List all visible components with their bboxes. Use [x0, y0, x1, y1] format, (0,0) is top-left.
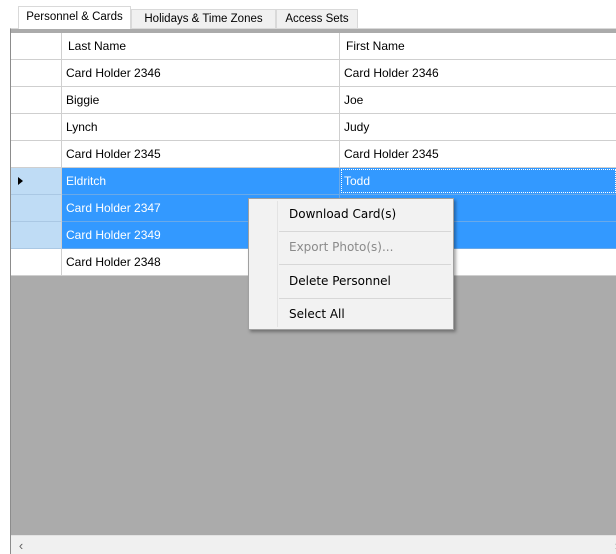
row-header[interactable]	[11, 249, 62, 276]
first-name-cell[interactable]: Todd	[340, 168, 616, 195]
menu-item-select-all[interactable]: Select All	[251, 301, 451, 327]
column-header-first-name[interactable]: First Name	[340, 33, 616, 60]
first-name-cell[interactable]: Joe	[340, 87, 616, 114]
first-name-cell[interactable]: Card Holder 2346	[340, 60, 616, 87]
menu-separator	[279, 298, 451, 299]
tab-personnel-cards[interactable]: Personnel & Cards	[18, 6, 131, 29]
horizontal-scrollbar[interactable]: ‹ ›	[11, 535, 616, 554]
grid-header: Last Name First Name	[11, 33, 616, 60]
chevron-left-icon[interactable]: ‹	[13, 538, 29, 554]
current-row-arrow-icon	[18, 177, 23, 185]
row-header[interactable]	[11, 222, 62, 249]
last-name-cell[interactable]: Card Holder 2346	[62, 60, 340, 87]
table-row[interactable]: Card Holder 2346 Card Holder 2346	[11, 60, 616, 87]
first-name-cell[interactable]: Judy	[340, 114, 616, 141]
last-name-cell[interactable]: Lynch	[62, 114, 340, 141]
row-header[interactable]	[11, 114, 62, 141]
row-header-corner[interactable]	[11, 33, 62, 60]
table-row[interactable]: Lynch Judy	[11, 114, 616, 141]
row-header[interactable]	[11, 87, 62, 114]
row-header[interactable]	[11, 195, 62, 222]
context-menu: Download Card(s) Export Photo(s)... Dele…	[248, 198, 454, 330]
first-name-cell[interactable]: Card Holder 2345	[340, 141, 616, 168]
last-name-cell[interactable]: Biggie	[62, 87, 340, 114]
last-name-cell[interactable]: Eldritch	[62, 168, 340, 195]
row-header[interactable]	[11, 168, 62, 195]
menu-item-download-cards[interactable]: Download Card(s)	[251, 201, 451, 227]
row-header[interactable]	[11, 60, 62, 87]
table-row[interactable]: Card Holder 2345 Card Holder 2345	[11, 141, 616, 168]
last-name-cell[interactable]: Card Holder 2345	[62, 141, 340, 168]
menu-item-delete-personnel[interactable]: Delete Personnel	[251, 268, 451, 294]
tab-access-sets[interactable]: Access Sets	[276, 9, 358, 28]
tab-strip: Personnel & Cards Holidays & Time Zones …	[0, 0, 616, 29]
table-row[interactable]: Biggie Joe	[11, 87, 616, 114]
menu-separator	[279, 231, 451, 232]
tab-holidays-time-zones[interactable]: Holidays & Time Zones	[131, 9, 276, 28]
table-row-selected[interactable]: Eldritch Todd	[11, 168, 616, 195]
row-header[interactable]	[11, 141, 62, 168]
menu-separator	[279, 264, 451, 265]
column-header-last-name[interactable]: Last Name	[62, 33, 340, 60]
cell-focus-rectangle	[341, 169, 616, 193]
chevron-right-icon[interactable]: ›	[609, 538, 616, 554]
menu-item-export-photos: Export Photo(s)...	[289, 240, 394, 254]
